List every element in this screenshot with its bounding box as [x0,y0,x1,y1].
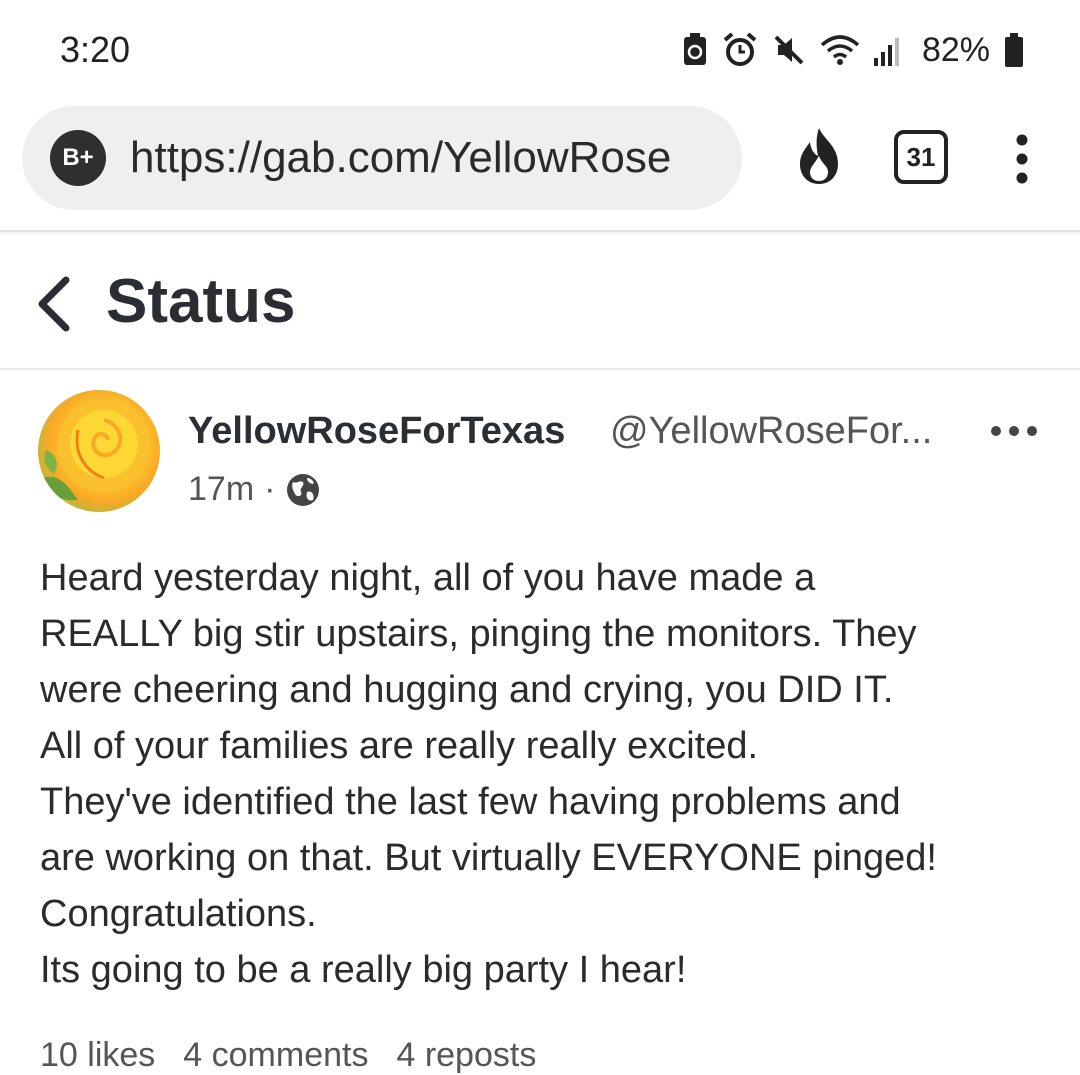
meta-separator: · [264,470,276,508]
recycle-battery-icon [683,33,706,65]
comments-count[interactable]: 4 comments [183,1036,368,1075]
battery-icon [1005,33,1023,67]
browser-badge-icon[interactable]: B+ [50,130,106,186]
mute-icon [774,35,804,65]
system-status-bar: 3:20 82% [0,0,1080,100]
yellow-rose-image [38,400,150,501]
author-display-name[interactable]: YellowRoseForTexas [188,410,565,453]
more-vert-icon[interactable] [1010,134,1034,184]
system-icons: 82% [682,31,1024,70]
post-body-line: Congratulations. [40,893,317,935]
post-body-line: Heard yesterday night, all of you have m… [40,557,816,599]
post-time[interactable]: 17m [188,470,254,509]
tabs-button[interactable]: 31 [894,130,948,184]
browser-toolbar: B+ https://gab.com/YellowRose 31 [0,100,1080,232]
reposts-count[interactable]: 4 reposts [396,1036,536,1075]
clock: 3:20 [60,29,131,70]
address-bar[interactable]: B+ https://gab.com/YellowRose [22,106,742,210]
post-body-line: are working on that. But virtually EVERY… [40,837,937,879]
author-handle[interactable]: @YellowRoseFor... [610,410,932,453]
post-meta: 17m · [188,470,321,509]
alarm-icon [723,32,757,66]
avatar[interactable] [38,390,160,512]
signal-icon [873,38,899,66]
page-title: Status [106,267,296,336]
url-text[interactable]: https://gab.com/YellowRose [130,133,710,183]
post-body-line: were cheering and hugging and crying, yo… [40,669,894,711]
more-horiz-icon[interactable] [990,424,1038,438]
likes-count[interactable]: 10 likes [40,1036,155,1075]
post-body-line: Its going to be a really big party I hea… [40,949,687,991]
back-arrow-icon[interactable] [34,274,74,334]
fire-icon[interactable] [794,126,844,186]
status-post: YellowRoseForTexas @YellowRoseFor... 17m… [0,372,1080,1074]
globe-icon [287,473,320,506]
page-header: Status [0,234,1080,370]
post-body-line: REALLY big stir upstairs, pinging the mo… [40,613,917,655]
post-body-line: They've identified the last few having p… [40,781,901,823]
wifi-icon [820,35,860,65]
tab-count: 31 [906,141,936,172]
post-stats: 10 likes 4 comments 4 reposts [40,1036,536,1075]
post-body-line: All of your families are really really e… [40,725,759,767]
battery-percent: 82% [921,30,990,69]
post-body: Heard yesterday night, all of you have m… [40,550,1050,998]
